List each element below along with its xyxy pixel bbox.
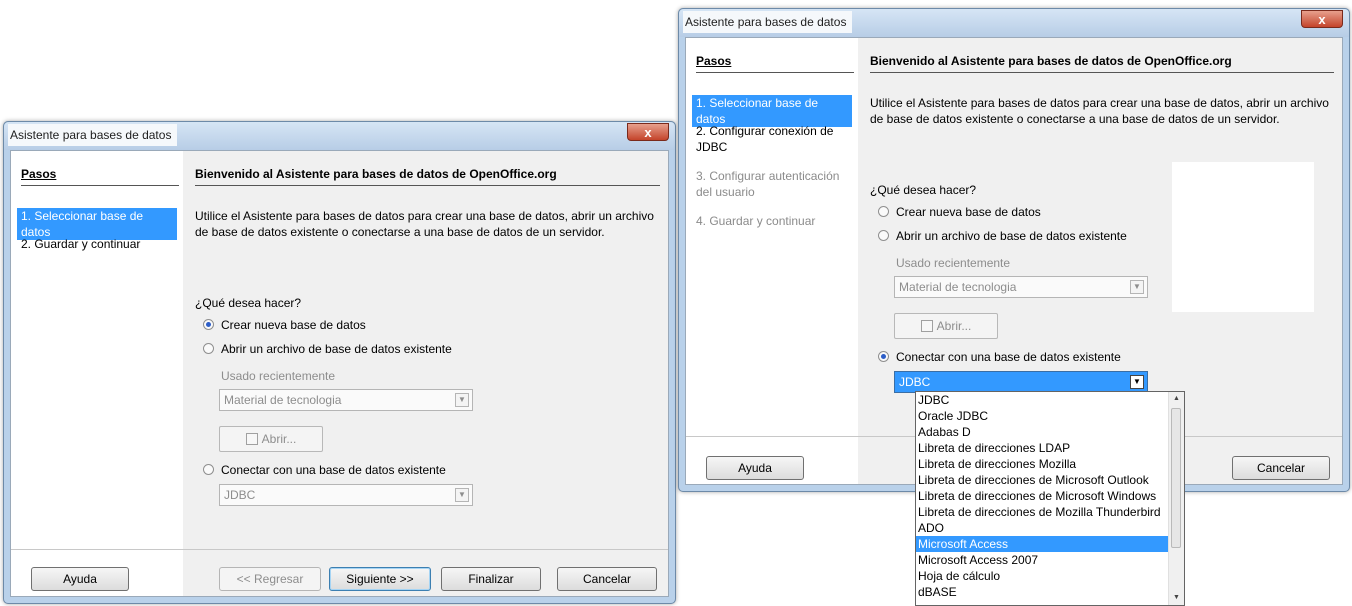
right-radio-create[interactable]: Crear nueva base de datos <box>878 204 1041 220</box>
left-next-button[interactable]: Siguiente >> <box>329 567 431 591</box>
scrollbar-thumb[interactable] <box>1171 408 1181 548</box>
left-main-panel: Bienvenido al Asistente para bases de da… <box>183 151 668 596</box>
right-help-button[interactable]: Ayuda <box>706 456 804 480</box>
left-open-button-label: Abrir... <box>261 432 297 446</box>
dropdown-scrollbar[interactable]: ▲ ▼ <box>1168 392 1184 605</box>
right-step-save-continue[interactable]: 4. Guardar y continuar <box>692 213 852 229</box>
left-steps-panel: Pasos 1. Seleccionar base de datos 2. Gu… <box>11 151 183 596</box>
dropdown-items: JDBC Oracle JDBC Adabas D Libreta de direcc… <box>916 392 1184 600</box>
dropdown-option[interactable]: Hoja de cálculo <box>916 568 1184 584</box>
scroll-up-icon[interactable]: ▲ <box>1169 392 1184 406</box>
right-step-configure-jdbc[interactable]: 2. Configurar conexión de JDBC <box>692 123 852 155</box>
right-steps-panel: Pasos 1. Seleccionar base de datos 2. Co… <box>686 38 858 484</box>
right-recent-label: Usado recientemente <box>896 256 1011 270</box>
radio-unselected-icon <box>203 464 214 475</box>
chevron-down-icon[interactable]: ▼ <box>1130 375 1144 389</box>
dropdown-option[interactable]: Libreta de direcciones LDAP <box>916 440 1184 456</box>
right-cancel-button[interactable]: Cancelar <box>1232 456 1330 480</box>
right-question-label: ¿Qué desea hacer? <box>870 183 977 197</box>
left-main-title: Bienvenido al Asistente para bases de da… <box>195 167 557 181</box>
radio-selected-icon <box>203 319 214 330</box>
left-steps-divider <box>21 185 179 186</box>
database-type-dropdown-list[interactable]: JDBC Oracle JDBC Adabas D Libreta de direcc… <box>915 391 1185 606</box>
left-wizard-window: Asistente para bases de datos x Pasos 1.… <box>3 121 676 604</box>
right-intro-text: Utilice el Asistente para bases de datos… <box>870 96 1329 126</box>
open-file-icon <box>920 320 933 332</box>
left-radio-connect[interactable]: Conectar con una base de datos existente <box>203 462 446 478</box>
left-radio-connect-label: Conectar con una base de datos existente <box>221 463 446 477</box>
right-radio-open-label: Abrir un archivo de base de datos existe… <box>896 229 1127 243</box>
left-step-save-continue[interactable]: 2. Guardar y continuar <box>17 236 177 252</box>
dropdown-option[interactable]: dBASE <box>916 584 1184 600</box>
left-recent-combo[interactable]: Material de tecnologia ▼ <box>219 389 473 411</box>
right-steps-title: Pasos <box>696 54 732 68</box>
left-steps-title: Pasos <box>21 167 57 181</box>
radio-unselected-icon <box>878 230 889 241</box>
dropdown-option[interactable]: Libreta de direcciones de Microsoft Outl… <box>916 472 1184 488</box>
left-close-icon[interactable]: x <box>627 123 669 141</box>
dropdown-option[interactable]: Libreta de direcciones de Microsoft Wind… <box>916 488 1184 504</box>
left-question-label: ¿Qué desea hacer? <box>195 296 302 310</box>
chevron-down-icon: ▼ <box>455 488 469 502</box>
radio-unselected-icon <box>878 206 889 217</box>
left-radio-create-label: Crear nueva base de datos <box>221 318 366 332</box>
left-back-button[interactable]: << Regresar <box>219 567 321 591</box>
right-connect-combo[interactable]: JDBC ▼ <box>894 371 1148 393</box>
chevron-down-icon: ▼ <box>1130 280 1144 294</box>
left-radio-open-label: Abrir un archivo de base de datos existe… <box>221 342 452 356</box>
left-window-title: Asistente para bases de datos <box>8 124 178 146</box>
right-open-button[interactable]: Abrir... <box>894 313 998 339</box>
right-window-title: Asistente para bases de datos <box>683 11 853 33</box>
right-close-icon[interactable]: x <box>1301 10 1343 28</box>
right-title-bar[interactable]: Asistente para bases de datos x <box>679 9 1349 37</box>
right-main-divider <box>870 72 1334 73</box>
dropdown-option[interactable]: ADO <box>916 520 1184 536</box>
right-main-title: Bienvenido al Asistente para bases de da… <box>870 54 1232 68</box>
right-open-button-label: Abrir... <box>936 319 972 333</box>
left-connect-value: JDBC <box>224 488 256 502</box>
left-intro-text: Utilice el Asistente para bases de datos… <box>195 209 654 239</box>
left-radio-open[interactable]: Abrir un archivo de base de datos existe… <box>203 341 452 357</box>
left-main-divider <box>195 185 660 186</box>
left-recent-label: Usado recientemente <box>221 369 336 383</box>
dropdown-option[interactable]: Libreta de direcciones Mozilla <box>916 456 1184 472</box>
open-file-icon <box>245 433 258 445</box>
dropdown-option[interactable]: Microsoft Access 2007 <box>916 552 1184 568</box>
dropdown-option[interactable]: Microsoft Access <box>916 536 1184 552</box>
dropdown-option[interactable]: Oracle JDBC <box>916 408 1184 424</box>
right-radio-create-label: Crear nueva base de datos <box>896 205 1041 219</box>
right-recent-value: Material de tecnologia <box>899 280 1017 294</box>
dropdown-option[interactable]: Adabas D <box>916 424 1184 440</box>
chevron-down-icon: ▼ <box>455 393 469 407</box>
left-bottom-divider <box>11 549 668 550</box>
right-connect-value: JDBC <box>899 375 931 389</box>
left-title-bar[interactable]: Asistente para bases de datos x <box>4 122 675 150</box>
right-radio-connect[interactable]: Conectar con una base de datos existente <box>878 349 1121 365</box>
left-cancel-button[interactable]: Cancelar <box>557 567 657 591</box>
left-radio-create[interactable]: Crear nueva base de datos <box>203 317 366 333</box>
dropdown-option[interactable]: Libreta de direcciones de Mozilla Thunde… <box>916 504 1184 520</box>
left-recent-value: Material de tecnologia <box>224 393 342 407</box>
right-steps-divider <box>696 72 854 73</box>
left-connect-combo[interactable]: JDBC ▼ <box>219 484 473 506</box>
dropdown-option[interactable]: JDBC <box>916 392 1184 408</box>
scroll-down-icon[interactable]: ▼ <box>1169 591 1184 605</box>
right-step-configure-auth[interactable]: 3. Configurar autenticación del usuario <box>692 168 852 200</box>
right-radio-connect-label: Conectar con una base de datos existente <box>896 350 1121 364</box>
left-dialog-body: Pasos 1. Seleccionar base de datos 2. Gu… <box>10 150 669 597</box>
left-open-button[interactable]: Abrir... <box>219 426 323 452</box>
left-help-button[interactable]: Ayuda <box>31 567 129 591</box>
right-blank-area <box>1172 162 1314 312</box>
right-recent-combo[interactable]: Material de tecnologia ▼ <box>894 276 1148 298</box>
radio-unselected-icon <box>203 343 214 354</box>
right-radio-open[interactable]: Abrir un archivo de base de datos existe… <box>878 228 1127 244</box>
left-finish-button[interactable]: Finalizar <box>441 567 541 591</box>
radio-selected-icon <box>878 351 889 362</box>
